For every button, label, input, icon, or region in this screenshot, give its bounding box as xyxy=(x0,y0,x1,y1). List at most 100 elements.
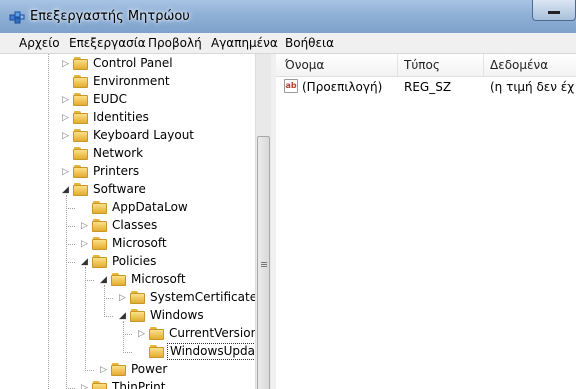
folder-icon xyxy=(73,183,89,197)
title-bar: Επεξεργαστής Μητρώου xyxy=(0,0,576,34)
expand-arrow-icon[interactable]: ▷ xyxy=(81,219,89,233)
tree-node-label: Network xyxy=(93,146,144,160)
string-value-icon: ab xyxy=(284,79,298,93)
tree-node-label: Environment xyxy=(93,74,170,88)
value-row[interactable]: ab (Προεπιλογή) REG_SZ (η τιμή δεν έχ xyxy=(276,78,576,96)
expand-arrow-icon[interactable]: ▷ xyxy=(62,57,70,71)
folder-body xyxy=(92,239,107,250)
expand-arrow-icon[interactable]: ▷ xyxy=(62,129,70,143)
folder-body xyxy=(92,221,107,232)
tree-node-label: Software xyxy=(93,182,146,196)
column-divider[interactable] xyxy=(483,54,484,76)
no-toggle-spacer xyxy=(62,75,70,89)
folder-body xyxy=(130,293,145,304)
tree-node-label: Classes xyxy=(112,218,158,232)
column-name-header[interactable]: Όνομα xyxy=(285,58,324,72)
expand-arrow-icon[interactable]: ▷ xyxy=(100,363,108,377)
folder-icon xyxy=(92,219,108,233)
tree-scrollbar[interactable] xyxy=(255,54,271,389)
menu-help[interactable]: Βοήθεια xyxy=(285,36,334,50)
collapse-arrow-icon[interactable]: ◢ xyxy=(100,273,108,287)
column-divider[interactable] xyxy=(397,54,398,76)
folder-body xyxy=(130,311,145,322)
menu-edit[interactable]: Επεξεργασία xyxy=(69,36,146,50)
folder-body xyxy=(111,365,126,376)
folder-icon xyxy=(73,129,89,143)
registry-tree[interactable]: ▷ Control Panel Environment ▷ EUDC ▷ Identitie… xyxy=(0,54,271,389)
value-data: (η τιμή δεν έχ xyxy=(490,80,575,94)
tree-guide-line xyxy=(85,267,87,371)
no-toggle-spacer xyxy=(138,345,146,359)
folder-icon xyxy=(73,111,89,125)
expand-arrow-icon[interactable]: ▷ xyxy=(62,93,70,107)
tree-node-label: Microsoft xyxy=(112,236,167,250)
tree-guide-line xyxy=(48,54,50,389)
tree-node-label: Control Panel xyxy=(93,56,173,70)
minimize-button[interactable] xyxy=(532,0,576,21)
expand-arrow-icon[interactable]: ▷ xyxy=(81,237,89,251)
folder-icon xyxy=(92,237,108,251)
tree-guide-line xyxy=(66,195,68,389)
tree-node-label: Printers xyxy=(93,164,140,178)
minimize-icon xyxy=(548,11,560,14)
tree-scrollbar-thumb[interactable] xyxy=(257,136,270,389)
collapse-arrow-icon[interactable]: ◢ xyxy=(81,255,89,269)
expand-arrow-icon[interactable]: ▷ xyxy=(81,381,89,389)
folder-icon xyxy=(73,147,89,161)
column-data-header[interactable]: Δεδομένα xyxy=(490,58,548,72)
tree-guide-line xyxy=(104,285,106,317)
folder-body xyxy=(73,167,88,178)
expand-arrow-icon[interactable]: ▷ xyxy=(62,111,70,125)
registry-editor-icon xyxy=(9,11,25,24)
tree-guide-line xyxy=(123,321,125,353)
expand-arrow-icon[interactable]: ▷ xyxy=(119,291,127,305)
tree-node-label: Windows xyxy=(150,308,204,322)
menu-favorites[interactable]: Αγαπημένα xyxy=(211,36,278,50)
expand-arrow-icon[interactable]: ▷ xyxy=(138,327,146,341)
tree-node-label: SystemCertificates xyxy=(150,290,264,304)
folder-body xyxy=(149,347,164,358)
folder-icon xyxy=(73,93,89,107)
tree-node-label: Microsoft xyxy=(131,272,186,286)
tree-node-label: Policies xyxy=(112,254,157,268)
folder-icon xyxy=(73,57,89,71)
folder-icon xyxy=(73,75,89,89)
folder-body xyxy=(111,275,126,286)
folder-body xyxy=(73,131,88,142)
expand-arrow-icon[interactable]: ▷ xyxy=(62,165,70,179)
column-type-header[interactable]: Τύπος xyxy=(404,58,440,72)
folder-body xyxy=(92,257,107,268)
folder-body xyxy=(73,77,88,88)
folder-icon xyxy=(92,201,108,215)
tree-node-label: Identities xyxy=(93,110,149,124)
menu-view[interactable]: Προβολή xyxy=(148,36,202,50)
list-header: Όνομα Τύπος Δεδομένα xyxy=(276,54,576,77)
tree-node-label: Power xyxy=(131,362,168,376)
no-toggle-spacer xyxy=(81,201,89,215)
value-type: REG_SZ xyxy=(404,80,452,94)
folder-icon xyxy=(149,327,165,341)
collapse-arrow-icon[interactable]: ◢ xyxy=(62,183,70,197)
collapse-arrow-icon[interactable]: ◢ xyxy=(119,309,127,323)
folder-body xyxy=(73,95,88,106)
folder-body xyxy=(73,185,88,196)
tree-node-label: ThinPrint xyxy=(112,380,166,389)
thumb-grip-icon xyxy=(261,266,267,267)
folder-body xyxy=(73,59,88,70)
folder-icon xyxy=(149,345,165,359)
tree-node-label: EUDC xyxy=(93,92,127,106)
tree-node-label: Keyboard Layout xyxy=(93,128,195,142)
thumb-grip-icon xyxy=(261,262,267,263)
menu-file[interactable]: Αρχείο xyxy=(19,36,60,50)
values-list[interactable]: Όνομα Τύπος Δεδομένα ab (Προεπιλογή) REG… xyxy=(276,54,576,389)
no-toggle-spacer xyxy=(62,147,70,161)
window-title: Επεξεργαστής Μητρώου xyxy=(30,9,190,24)
folder-icon xyxy=(130,309,146,323)
folder-body xyxy=(73,113,88,124)
folder-body xyxy=(92,383,107,389)
folder-icon xyxy=(111,273,127,287)
folder-icon xyxy=(73,165,89,179)
folder-icon xyxy=(92,255,108,269)
value-name: (Προεπιλογή) xyxy=(302,80,383,94)
folder-body xyxy=(92,203,107,214)
